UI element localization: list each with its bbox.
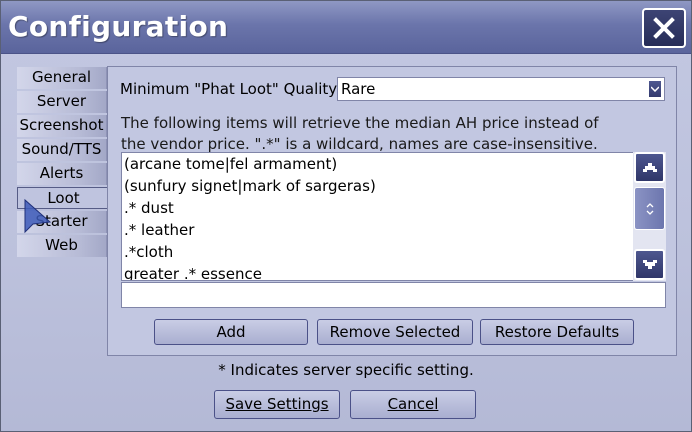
tab-alerts[interactable]: Alerts [17,163,107,185]
loot-item-list[interactable]: (arcane tome|fel armament) (sunfury sign… [121,152,666,281]
new-item-input[interactable] [121,282,666,308]
remove-selected-button[interactable]: Remove Selected [317,319,473,345]
server-specific-note: * Indicates server specific setting. [218,361,474,379]
scroll-down-button[interactable] [634,249,665,280]
add-button[interactable]: Add [154,319,308,345]
chevron-down-icon[interactable] [648,80,662,98]
list-item[interactable]: (sunfury signet|mark of sargeras) [124,175,376,197]
tab-server[interactable]: Server [17,91,107,113]
restore-defaults-button[interactable]: Restore Defaults [480,319,634,345]
quality-selected-value: Rare [341,80,376,98]
loot-description: The following items will retrieve the me… [121,114,599,153]
list-item[interactable]: .*cloth [124,241,173,263]
grip-icon [646,202,653,215]
list-item[interactable]: greater .* essence [124,263,262,280]
cancel-button[interactable]: Cancel [350,390,476,419]
window-title: Configuration [8,10,229,43]
title-bar[interactable]: Configuration [1,1,691,54]
tab-general[interactable]: General [17,67,107,89]
list-item[interactable]: (arcane tome|fel armament) [124,153,337,175]
save-settings-button[interactable]: Save Settings [214,390,340,419]
tab-screenshot[interactable]: Screenshot [17,115,107,137]
quality-select[interactable]: Rare [337,77,665,101]
mouse-cursor-icon [24,198,52,234]
list-item[interactable]: .* leather [124,219,194,241]
close-button[interactable] [642,8,686,48]
scroll-up-button[interactable] [634,152,665,183]
tab-sound-tts[interactable]: Sound/TTS [17,139,107,161]
quality-label: Minimum "Phat Loot" Quality: [120,80,342,98]
tab-web[interactable]: Web [17,235,107,257]
list-item[interactable]: .* dust [124,197,174,219]
close-icon [653,17,675,39]
scrollbar-thumb[interactable] [634,187,665,230]
scroll-down-icon [642,259,657,269]
scroll-up-icon [642,162,657,172]
